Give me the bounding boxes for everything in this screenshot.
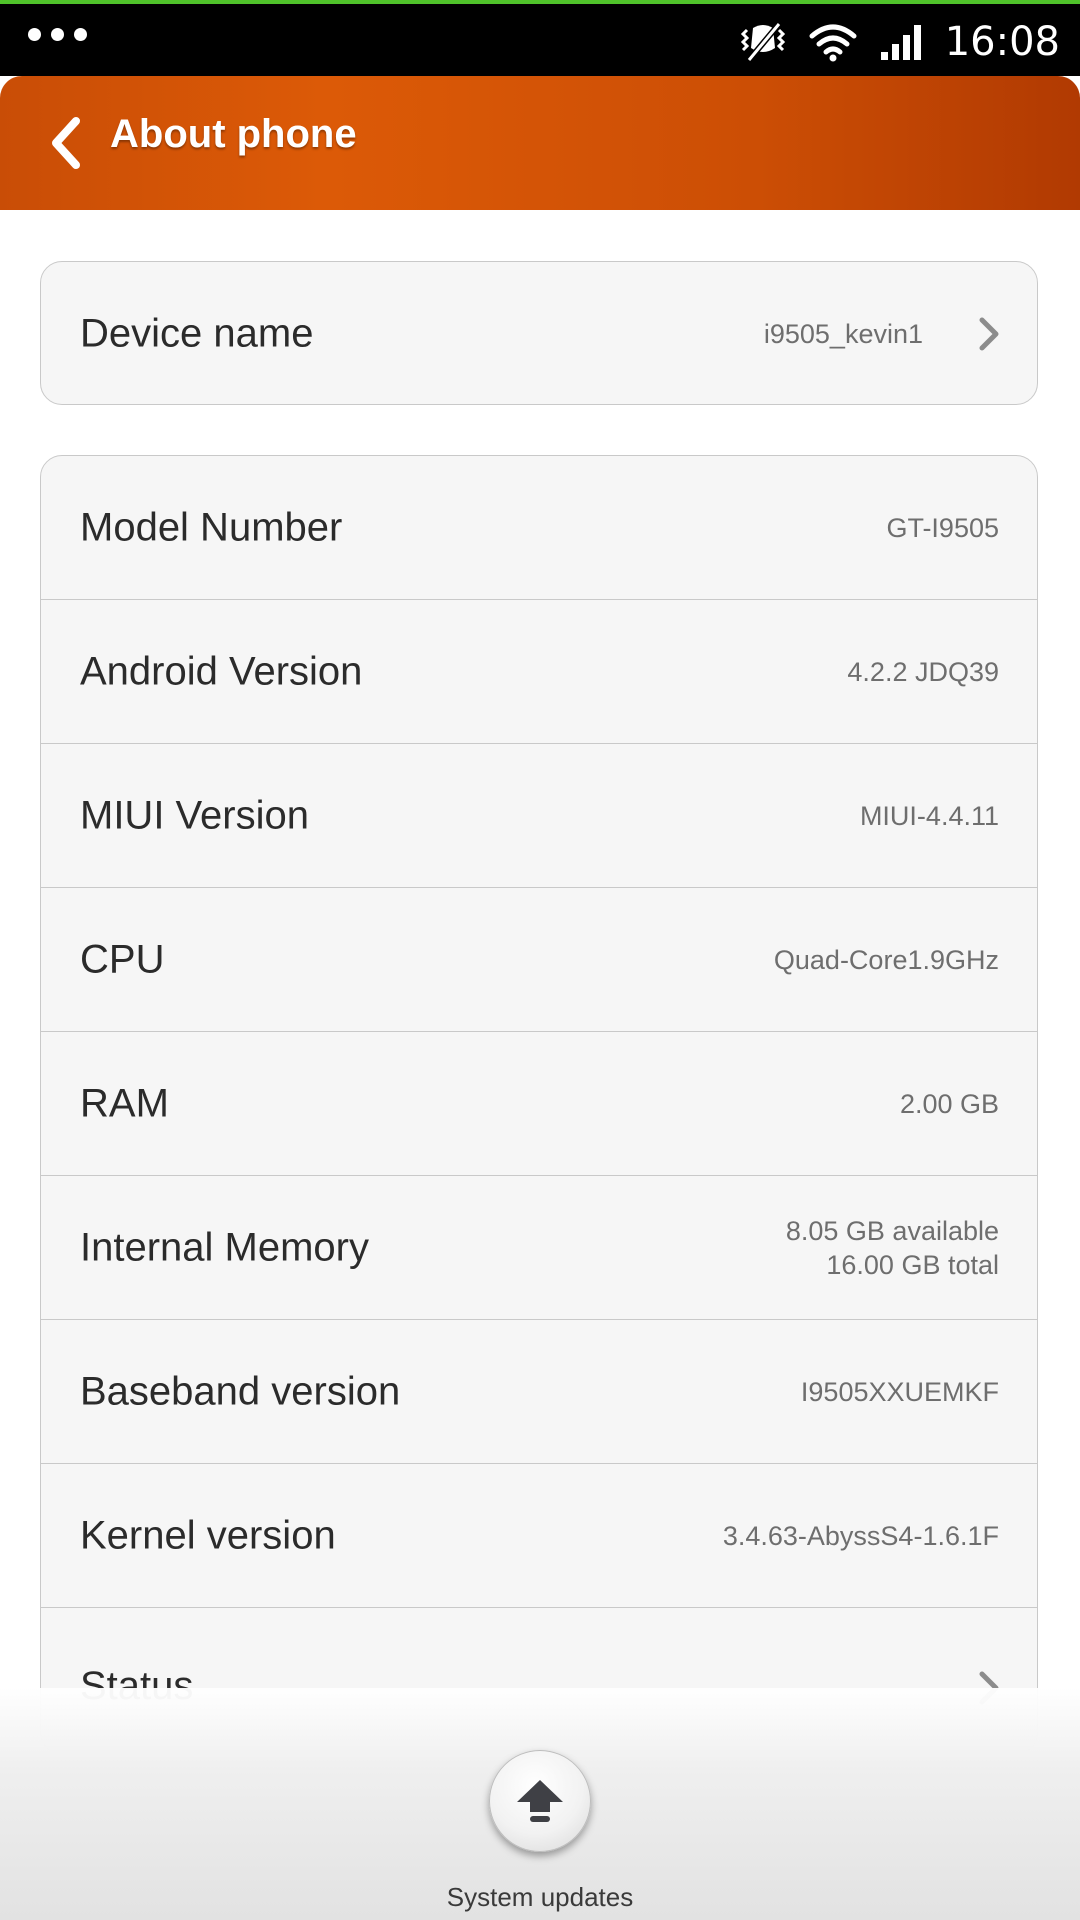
device-name-row[interactable]: Device name i9505_kevin1 xyxy=(41,262,1037,404)
bottom-action-bar: System updates xyxy=(0,1688,1080,1920)
arrow-up-icon xyxy=(517,1780,563,1822)
row-label: Kernel version xyxy=(80,1513,336,1557)
device-name-value: i9505_kevin1 xyxy=(763,319,923,349)
row-label: Android Version xyxy=(80,649,363,693)
page-title: About phone xyxy=(110,112,357,156)
row-label: MIUI Version xyxy=(80,793,309,837)
status-icons: 16:08 xyxy=(739,16,1060,68)
row-value: 3.4.63-AbyssS4-1.6.1F xyxy=(722,1520,999,1551)
info-row-ram: RAM 2.00 GB xyxy=(41,1032,1037,1176)
row-label: RAM xyxy=(80,1081,169,1125)
phone-info-card: Model Number GT-I9505 Android Version 4.… xyxy=(40,455,1038,1755)
status-time: 16:08 xyxy=(944,19,1060,65)
info-row-kernel-version: Kernel version 3.4.63-AbyssS4-1.6.1F xyxy=(41,1464,1037,1608)
signal-icon xyxy=(880,25,921,60)
system-updates-label[interactable]: System updates xyxy=(0,1882,1080,1913)
row-label: Internal Memory xyxy=(80,1225,369,1269)
back-button[interactable] xyxy=(30,98,102,188)
row-label: CPU xyxy=(80,937,165,981)
info-row-baseband-version: Baseband version I9505XXUEMKF xyxy=(41,1320,1037,1464)
chevron-right-icon xyxy=(979,317,999,351)
info-row-cpu: CPU Quad-Core1.9GHz xyxy=(41,888,1037,1032)
info-row-model-number: Model Number GT-I9505 xyxy=(41,456,1037,600)
about-phone-screen: 16:08 About phone Device name i9505_kevi… xyxy=(0,0,1080,1920)
row-label: Model Number xyxy=(80,505,343,549)
row-value: I9505XXUEMKF xyxy=(800,1376,999,1407)
memory-total: 16.00 GB total xyxy=(826,1249,999,1280)
info-row-miui-version[interactable]: MIUI Version MIUI-4.4.11 xyxy=(41,744,1037,888)
chevron-left-icon xyxy=(52,117,80,169)
device-name-label: Device name xyxy=(80,311,314,356)
wifi-icon xyxy=(809,24,857,62)
info-row-internal-memory: Internal Memory 8.05 GB available 16.00 … xyxy=(41,1176,1037,1320)
row-value: 4.2.2 JDQ39 xyxy=(847,656,999,687)
vibrate-off-icon xyxy=(740,22,785,62)
row-label: Baseband version xyxy=(80,1369,401,1413)
device-name-card: Device name i9505_kevin1 xyxy=(40,261,1038,405)
more-dots-icon xyxy=(28,28,87,41)
row-value: 2.00 GB xyxy=(899,1088,999,1119)
row-value: Quad-Core1.9GHz xyxy=(773,944,999,975)
row-value: MIUI-4.4.11 xyxy=(859,800,999,831)
row-value: GT-I9505 xyxy=(886,512,999,543)
status-bar: 16:08 xyxy=(0,0,1080,76)
row-value-memory: 8.05 GB available 16.00 GB total xyxy=(786,1214,999,1282)
title-bar: About phone xyxy=(0,76,1080,210)
info-row-android-version[interactable]: Android Version 4.2.2 JDQ39 xyxy=(41,600,1037,744)
memory-available: 8.05 GB available xyxy=(785,1215,999,1246)
system-updates-button[interactable] xyxy=(489,1750,591,1852)
